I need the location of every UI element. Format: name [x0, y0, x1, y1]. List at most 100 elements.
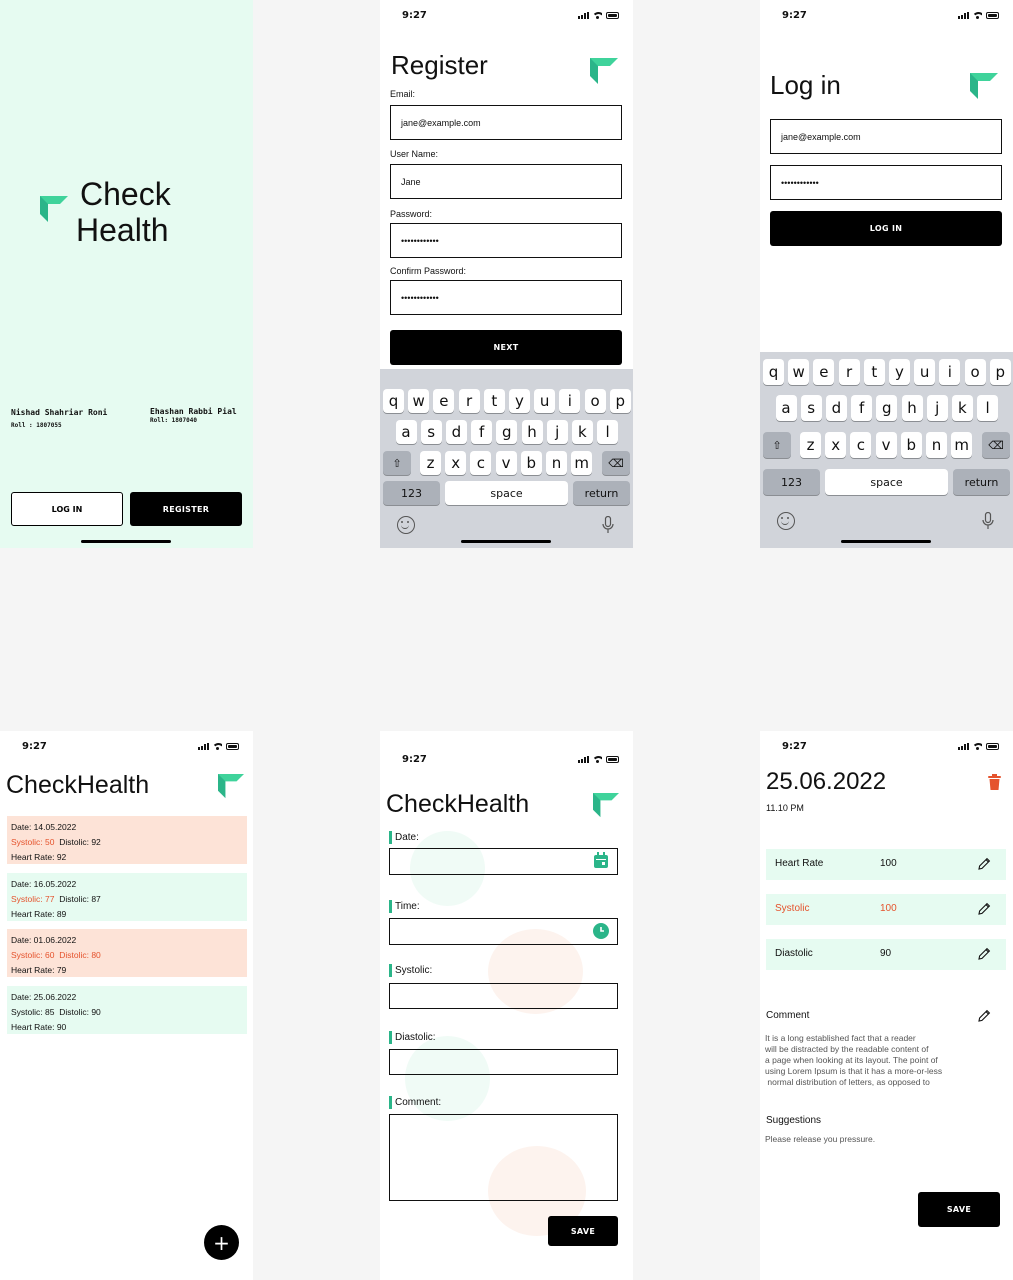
email-field[interactable]: jane@example.com: [770, 119, 1002, 154]
record-heart-rate: Heart Rate: 92: [11, 852, 67, 862]
space-key[interactable]: space: [445, 481, 568, 505]
record-card[interactable]: Date: 16.05.2022 Systolic: 77 Distolic: …: [7, 873, 247, 921]
numbers-key[interactable]: 123: [383, 481, 440, 505]
key-f[interactable]: f: [851, 395, 873, 421]
key-h[interactable]: h: [521, 420, 543, 444]
key-p[interactable]: p: [609, 389, 631, 413]
key-i[interactable]: i: [559, 389, 581, 413]
key-l[interactable]: l: [977, 395, 999, 421]
key-w[interactable]: w: [788, 359, 810, 385]
numbers-key[interactable]: 123: [763, 469, 820, 495]
status-icons: [958, 743, 999, 750]
key-z[interactable]: z: [800, 432, 821, 458]
next-button[interactable]: NEXT: [390, 330, 622, 365]
login-button[interactable]: LOG IN: [770, 211, 1002, 246]
key-o[interactable]: o: [584, 389, 606, 413]
register-button[interactable]: REGISTER: [130, 492, 242, 526]
shift-key[interactable]: ⇧: [383, 451, 411, 475]
confirm-password-field[interactable]: ••••••••••••: [390, 280, 622, 315]
key-m[interactable]: m: [571, 451, 593, 475]
clock-icon[interactable]: [593, 923, 609, 939]
key-a[interactable]: a: [775, 395, 797, 421]
key-b[interactable]: b: [520, 451, 542, 475]
key-k[interactable]: k: [951, 395, 973, 421]
username-field[interactable]: Jane: [390, 164, 622, 199]
key-q[interactable]: q: [383, 389, 404, 413]
diastolic-row: Diastolic 90: [766, 939, 1006, 970]
edit-pencil-icon[interactable]: [977, 1009, 991, 1023]
calendar-icon[interactable]: [593, 852, 609, 869]
key-r[interactable]: r: [838, 359, 860, 385]
space-key[interactable]: space: [825, 469, 948, 495]
key-c[interactable]: c: [470, 451, 492, 475]
key-v[interactable]: v: [875, 432, 897, 458]
save-button[interactable]: SAVE: [918, 1192, 1000, 1227]
edit-pencil-icon[interactable]: [977, 947, 991, 961]
key-i[interactable]: i: [939, 359, 961, 385]
key-t[interactable]: t: [863, 359, 885, 385]
key-z[interactable]: z: [420, 451, 441, 475]
shift-key[interactable]: ⇧: [763, 432, 791, 458]
key-q[interactable]: q: [763, 359, 784, 385]
key-h[interactable]: h: [901, 395, 923, 421]
key-e[interactable]: e: [433, 389, 455, 413]
key-o[interactable]: o: [964, 359, 986, 385]
date-field[interactable]: [389, 848, 618, 875]
backspace-key[interactable]: ⌫: [982, 432, 1010, 458]
key-j[interactable]: j: [926, 395, 948, 421]
microphone-icon[interactable]: [982, 511, 994, 530]
key-x[interactable]: x: [445, 451, 467, 475]
emoji-icon[interactable]: [397, 516, 415, 534]
key-k[interactable]: k: [571, 420, 593, 444]
key-u[interactable]: u: [534, 389, 556, 413]
password-field[interactable]: ••••••••••••: [770, 165, 1002, 200]
login-button[interactable]: LOG IN: [11, 492, 123, 526]
backspace-key[interactable]: ⌫: [602, 451, 630, 475]
save-button[interactable]: SAVE: [548, 1216, 618, 1246]
email-field[interactable]: jane@example.com: [390, 105, 622, 140]
record-card[interactable]: Date: 01.06.2022 Systolic: 60 Distolic: …: [7, 929, 247, 977]
key-n[interactable]: n: [546, 451, 567, 475]
microphone-icon[interactable]: [602, 515, 614, 534]
key-p[interactable]: p: [989, 359, 1011, 385]
key-u[interactable]: u: [914, 359, 936, 385]
key-g[interactable]: g: [876, 395, 898, 421]
key-l[interactable]: l: [597, 420, 619, 444]
edit-pencil-icon[interactable]: [977, 902, 991, 916]
key-n[interactable]: n: [926, 432, 947, 458]
key-g[interactable]: g: [496, 420, 518, 444]
key-j[interactable]: j: [546, 420, 568, 444]
key-e[interactable]: e: [813, 359, 835, 385]
key-m[interactable]: m: [951, 432, 973, 458]
return-key[interactable]: return: [573, 481, 630, 505]
key-s[interactable]: s: [800, 395, 822, 421]
trash-icon[interactable]: [988, 774, 1001, 790]
key-c[interactable]: c: [850, 432, 872, 458]
time-field[interactable]: [389, 918, 618, 945]
key-x[interactable]: x: [825, 432, 847, 458]
key-y[interactable]: y: [509, 389, 530, 413]
key-v[interactable]: v: [495, 451, 517, 475]
key-y[interactable]: y: [889, 359, 910, 385]
record-card[interactable]: Date: 14.05.2022 Systolic: 50 Distolic: …: [7, 816, 247, 864]
key-d[interactable]: d: [445, 420, 467, 444]
password-field[interactable]: ••••••••••••: [390, 223, 622, 258]
diastolic-field[interactable]: [389, 1049, 618, 1075]
edit-pencil-icon[interactable]: [977, 857, 991, 871]
emoji-icon[interactable]: [777, 512, 795, 530]
key-t[interactable]: t: [483, 389, 505, 413]
page-title: CheckHealth: [386, 790, 530, 818]
key-f[interactable]: f: [471, 420, 493, 444]
record-card[interactable]: Date: 25.06.2022 Systolic: 85 Distolic: …: [7, 986, 247, 1034]
plus-icon: +: [213, 1230, 230, 1255]
systolic-field[interactable]: [389, 983, 618, 1009]
key-s[interactable]: s: [420, 420, 442, 444]
key-w[interactable]: w: [408, 389, 430, 413]
key-b[interactable]: b: [900, 432, 922, 458]
key-r[interactable]: r: [458, 389, 480, 413]
key-d[interactable]: d: [825, 395, 847, 421]
comment-field[interactable]: [389, 1114, 618, 1201]
return-key[interactable]: return: [953, 469, 1010, 495]
key-a[interactable]: a: [395, 420, 417, 444]
add-record-button[interactable]: +: [204, 1225, 239, 1260]
